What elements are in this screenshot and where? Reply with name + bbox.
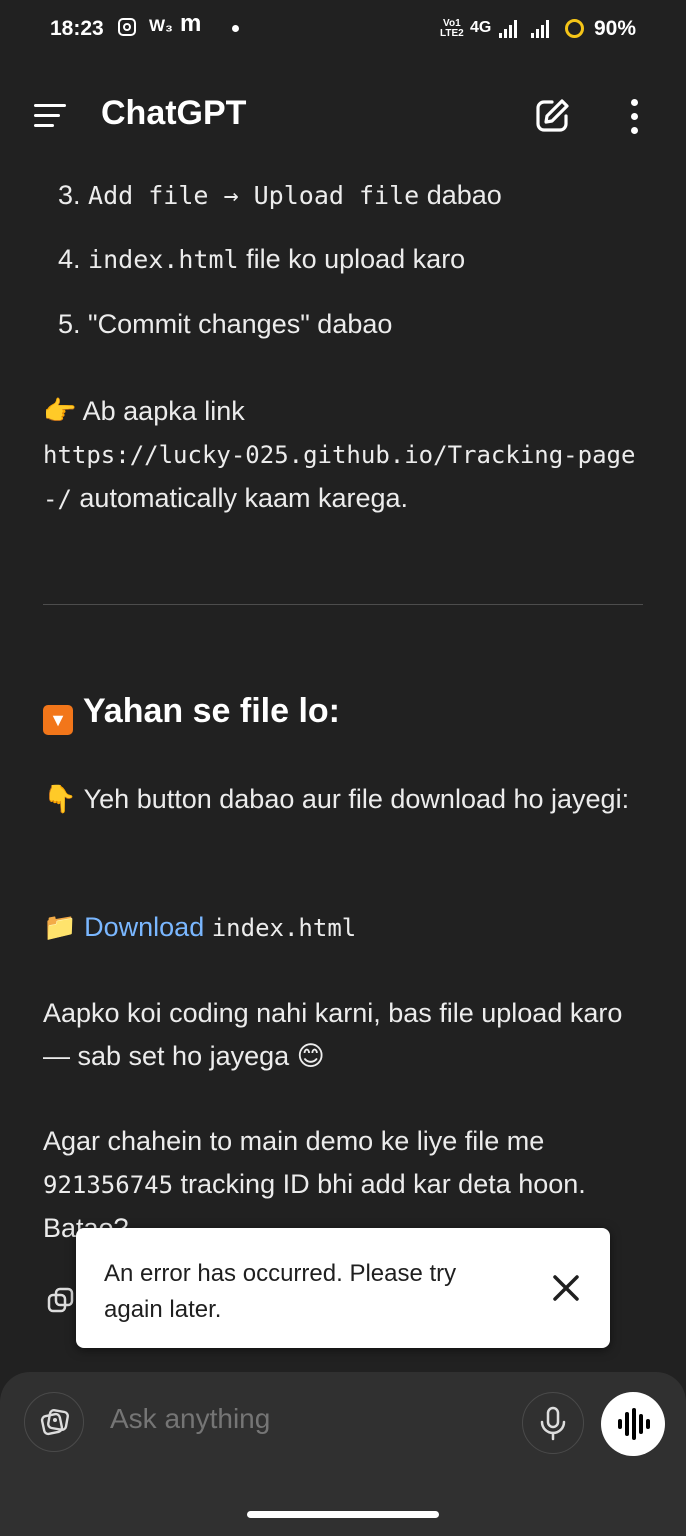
list-item: 4. index.html file ko upload karo	[58, 244, 465, 275]
attach-image-button[interactable]	[24, 1392, 84, 1452]
close-icon[interactable]	[546, 1268, 586, 1308]
error-toast: An error has occurred. Please try again …	[76, 1228, 610, 1348]
divider	[43, 604, 643, 605]
copy-icon[interactable]	[46, 1286, 76, 1316]
list-text: dabao	[419, 180, 502, 210]
app-title: ChatGPT	[101, 94, 247, 132]
network-type: 4G	[470, 19, 492, 36]
pointing-right-emoji-icon: 👉	[43, 396, 77, 426]
list-number: 3.	[58, 180, 81, 210]
battery-saver-icon	[565, 19, 584, 38]
smile-emoji-icon: 😊	[296, 1041, 325, 1071]
pointing-down-emoji-icon: 👇	[43, 784, 77, 814]
list-number: 4.	[58, 244, 81, 274]
w-app-icon: W₃	[149, 16, 173, 35]
list-item: 5. "Commit changes" dabao	[58, 309, 392, 340]
voice-mode-button[interactable]	[601, 1392, 665, 1456]
button-note: 👇 Yeh button dabao aur file download ho …	[43, 778, 643, 821]
heading-text: Yahan se file lo:	[83, 692, 340, 730]
section-heading: ▼ Yahan se file lo:	[43, 692, 340, 735]
m-app-icon: m	[180, 10, 202, 37]
link-paragraph: 👉 Ab aapka link https://lucky-025.github…	[43, 390, 643, 521]
ask-input[interactable]	[108, 1402, 492, 1436]
download-line: 📁 Download index.html	[43, 906, 643, 950]
more-notifications-dot-icon	[232, 25, 239, 32]
no-coding-text: Aapko koi coding nahi karni, bas file up…	[43, 998, 623, 1071]
microphone-button[interactable]	[522, 1392, 584, 1454]
no-coding-paragraph: Aapko koi coding nahi karni, bas file up…	[43, 992, 643, 1078]
home-indicator[interactable]	[247, 1511, 439, 1518]
list-text: file ko upload karo	[238, 244, 466, 274]
list-item: 3. Add file → Upload file dabao	[58, 180, 502, 211]
download-filename: index.html	[211, 914, 357, 942]
link-intro-text: Ab aapka link	[82, 396, 245, 426]
volte-icon: Vo1 LTE2	[440, 18, 464, 39]
new-chat-edit-icon[interactable]	[532, 96, 572, 136]
menu-icon[interactable]	[34, 104, 70, 128]
status-bar: 18:23 W₃ m Vo1 LTE2 4G 90%	[0, 0, 686, 58]
more-vertical-icon[interactable]	[620, 96, 650, 136]
down-arrow-emoji-icon: ▼	[43, 705, 73, 735]
inline-code: Add file → Upload file	[88, 181, 420, 210]
instagram-icon	[118, 18, 136, 36]
button-note-text: Yeh button dabao aur file download ho ja…	[83, 784, 630, 814]
list-text: "Commit changes" dabao	[88, 309, 393, 339]
error-message: An error has occurred. Please try again …	[104, 1260, 457, 1323]
offer-text: Agar chahein to main demo ke liye file m…	[43, 1126, 545, 1156]
download-link[interactable]: Download	[84, 912, 204, 942]
status-time: 18:23	[50, 17, 104, 40]
inline-code: index.html	[88, 245, 239, 274]
link-suffix: automatically kaam karega.	[71, 483, 409, 513]
tracking-id: 921356745	[43, 1171, 174, 1199]
battery-level: 90%	[594, 17, 637, 40]
signal-bars-2-icon	[531, 20, 553, 38]
app-header: ChatGPT	[0, 60, 686, 170]
list-number: 5.	[58, 309, 81, 339]
signal-bars-icon	[499, 20, 521, 38]
folder-emoji-icon: 📁	[43, 912, 77, 942]
